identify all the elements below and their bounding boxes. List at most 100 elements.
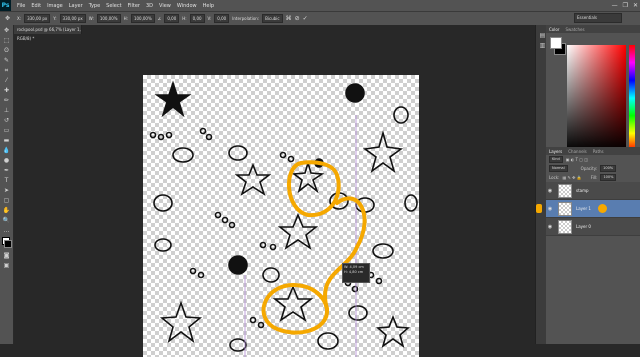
tab-layers[interactable]: Layers bbox=[549, 149, 562, 154]
lock-row: Lock: ▦ ✎ ✥ 🔒 Fill: 100% bbox=[546, 173, 640, 182]
lasso-icon[interactable]: ʘ bbox=[2, 46, 11, 55]
layer-filter-row: Kind ▣ ◐ T ▢ ◫ bbox=[546, 155, 640, 164]
shell-drawing bbox=[228, 145, 248, 161]
layer-row-stamp[interactable]: ◉ stamp bbox=[546, 182, 640, 200]
menu-edit[interactable]: Edit bbox=[31, 3, 41, 9]
y-field[interactable]: 330,00 px bbox=[59, 14, 86, 23]
opacity-field[interactable]: 100% bbox=[600, 165, 617, 172]
y-label: Y: bbox=[53, 16, 57, 21]
fill-label: Fill: bbox=[590, 175, 598, 180]
layers-panel: Layers Channels Paths Kind ▣ ◐ T ▢ ◫ Nor… bbox=[546, 147, 640, 344]
restore-button[interactable]: ❐ bbox=[623, 2, 628, 9]
pebble-drawing bbox=[149, 131, 157, 139]
gradient-icon[interactable]: ▬ bbox=[2, 136, 11, 145]
menu-type[interactable]: Type bbox=[89, 3, 100, 9]
foreground-color-chip[interactable] bbox=[550, 37, 562, 49]
menu-layer[interactable]: Layer bbox=[69, 3, 83, 9]
w-label: W: bbox=[88, 16, 94, 21]
menu-3d[interactable]: 3D bbox=[146, 3, 153, 9]
commit-transform-icon[interactable]: ✓ bbox=[303, 15, 308, 22]
move-icon[interactable]: ✥ bbox=[2, 26, 11, 35]
pebble-drawing bbox=[257, 321, 265, 329]
move-tool-icon[interactable]: ✥ bbox=[3, 14, 12, 23]
tab-swatches[interactable]: Swatches bbox=[565, 27, 584, 32]
layer-thumbnail bbox=[558, 183, 572, 198]
h-field[interactable]: 100,00% bbox=[130, 14, 155, 23]
workspace-select[interactable]: Essentials bbox=[574, 13, 622, 23]
readout-height: H: 4,80 cm bbox=[344, 270, 364, 274]
layer-name: Layer 1 bbox=[576, 206, 591, 211]
menu-view[interactable]: View bbox=[159, 3, 171, 9]
filter-icons[interactable]: ▣ ◐ T ▢ ◫ bbox=[566, 157, 588, 162]
shell-drawing bbox=[404, 194, 418, 212]
interpolation-label: Interpolation: bbox=[232, 16, 260, 21]
clone-stamp-icon[interactable]: ⊥ bbox=[2, 106, 11, 115]
starfish-drawing bbox=[362, 130, 404, 174]
color-picker-field[interactable] bbox=[567, 45, 626, 151]
interpolation-select[interactable]: Bicubic bbox=[262, 14, 283, 23]
cancel-transform-icon[interactable]: ⊘ bbox=[295, 15, 300, 22]
pen-icon[interactable]: ✒ bbox=[2, 166, 11, 175]
w-field[interactable]: 100,00% bbox=[96, 14, 121, 23]
brush-icon[interactable]: ✏ bbox=[2, 96, 11, 105]
background-color-swatch[interactable] bbox=[4, 240, 12, 248]
marquee-icon[interactable]: ⬚ bbox=[2, 36, 11, 45]
x-field[interactable]: 330,00 px bbox=[24, 14, 51, 23]
quick-mask-icon[interactable]: ◙ bbox=[2, 251, 11, 260]
healing-brush-icon[interactable]: ✚ bbox=[2, 86, 11, 95]
minimize-button[interactable]: — bbox=[612, 2, 618, 9]
menu-file[interactable]: File bbox=[17, 3, 25, 9]
tab-color[interactable]: Color bbox=[549, 27, 559, 32]
v-skew-field[interactable]: 0,00 bbox=[214, 14, 230, 23]
tab-paths[interactable]: Paths bbox=[593, 149, 604, 154]
h-skew-field[interactable]: 0,00 bbox=[189, 14, 205, 23]
eyedropper-icon[interactable]: ⁄ bbox=[2, 76, 11, 85]
hue-slider[interactable] bbox=[629, 45, 635, 151]
type-icon[interactable]: T bbox=[2, 176, 11, 185]
history-brush-icon[interactable]: ↺ bbox=[2, 116, 11, 125]
transform-readout: W: 4,09 cm H: 4,80 cm bbox=[342, 263, 370, 283]
starfish-drawing bbox=[277, 212, 319, 250]
close-button[interactable]: ✕ bbox=[633, 2, 638, 9]
pebble-drawing bbox=[189, 267, 197, 275]
quick-select-icon[interactable]: ✎ bbox=[2, 56, 11, 65]
zoom-icon[interactable]: 🔍 bbox=[2, 216, 11, 225]
menu-filter[interactable]: Filter bbox=[128, 3, 140, 9]
blur-icon[interactable]: 💧 bbox=[2, 146, 11, 155]
dodge-icon[interactable]: ● bbox=[2, 156, 11, 165]
eraser-icon[interactable]: ▭ bbox=[2, 126, 11, 135]
layer-row-layer-0[interactable]: ◉ Layer 0 bbox=[546, 218, 640, 236]
eye-icon[interactable]: ◉ bbox=[546, 188, 554, 194]
fill-field[interactable]: 100% bbox=[600, 174, 617, 181]
layer-name: Layer 0 bbox=[576, 224, 591, 229]
shape-icon[interactable]: ▢ bbox=[2, 196, 11, 205]
pebble-drawing bbox=[165, 131, 173, 139]
screen-mode-icon[interactable]: ▣ bbox=[2, 261, 11, 270]
lock-icons[interactable]: ▦ ✎ ✥ 🔒 bbox=[562, 175, 581, 180]
menu-window[interactable]: Window bbox=[177, 3, 197, 9]
color-panel bbox=[546, 33, 640, 151]
kind-filter-select[interactable]: Kind bbox=[549, 156, 563, 163]
angle-field[interactable]: 0,00 bbox=[164, 14, 180, 23]
blend-mode-select[interactable]: Normal bbox=[549, 165, 568, 172]
eye-icon[interactable]: ◉ bbox=[546, 224, 554, 230]
menu-help[interactable]: Help bbox=[203, 3, 214, 9]
more-tools-icon[interactable]: … bbox=[2, 226, 11, 235]
hand-icon[interactable]: ✋ bbox=[2, 206, 11, 215]
color-swatches[interactable] bbox=[0, 236, 13, 250]
lock-label: Lock: bbox=[549, 175, 560, 180]
menu-select[interactable]: Select bbox=[106, 3, 121, 9]
path-select-icon[interactable]: ➤ bbox=[2, 186, 11, 195]
canvas[interactable] bbox=[143, 75, 419, 357]
crop-icon[interactable]: ⌗ bbox=[2, 66, 11, 75]
pebble-drawing bbox=[214, 211, 222, 219]
right-panel: Color Swatches Layers Channels Paths Kin… bbox=[546, 25, 640, 344]
tab-channels[interactable]: Channels bbox=[568, 149, 587, 154]
shell-drawing bbox=[393, 106, 409, 124]
warp-icon[interactable]: ⌘ bbox=[286, 15, 292, 22]
layer-row-layer-1[interactable]: ◉ Layer 1 bbox=[546, 200, 640, 218]
eye-icon[interactable]: ◉ bbox=[546, 206, 554, 212]
menu-image[interactable]: Image bbox=[47, 3, 63, 9]
document-tab[interactable]: rockpool.psd @ 66,7% (Layer 1, RGB/8) * bbox=[14, 25, 82, 41]
v-skew-label: V: bbox=[207, 16, 212, 21]
